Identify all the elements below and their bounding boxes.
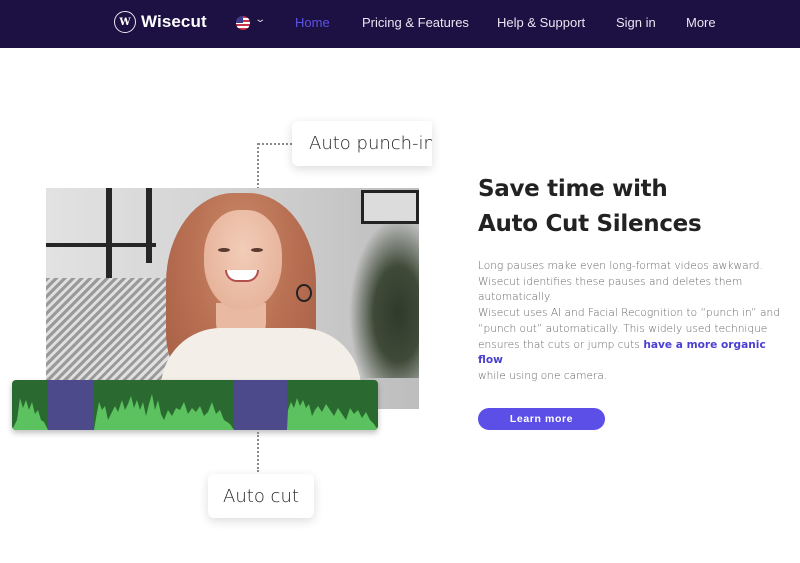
audio-waveform [12, 380, 378, 430]
video-frame-image [46, 188, 419, 409]
description-line: Wisecut identifies these pauses and dele… [478, 275, 743, 288]
description-line: Long pauses make even long-format videos… [478, 260, 763, 272]
wisecut-logo[interactable]: W Wisecut [114, 11, 207, 33]
waveform-right [287, 398, 378, 430]
heading-line-1: Save time with [478, 176, 668, 202]
waveform-left [12, 398, 48, 430]
learn-more-button[interactable]: Learn more [478, 408, 605, 430]
connector-dots [258, 143, 292, 145]
description-line: while using one camera. [478, 369, 608, 382]
auto-punch-in-label: Auto punch-in [292, 121, 432, 166]
description-line: automatically. [478, 291, 553, 304]
description-line: ensures that cuts or jump cuts have a mo… [478, 338, 766, 367]
nav-pricing-features[interactable]: Pricing & Features [362, 15, 469, 30]
connector-dots [257, 432, 259, 472]
cut-region [234, 380, 287, 430]
waveform-middle [94, 394, 234, 430]
nav-home[interactable]: Home [295, 15, 330, 30]
nav-sign-in[interactable]: Sign in [616, 15, 656, 30]
description-line: “punch out” automatically. This widely u… [478, 322, 768, 335]
face [204, 210, 282, 310]
feature-description: Long pauses make even long-format videos… [478, 259, 788, 385]
us-flag-icon[interactable] [236, 16, 250, 30]
auto-cut-label: Auto cut [208, 474, 314, 518]
feature-heading: Save time with Auto Cut Silences [478, 172, 702, 242]
heading-line-2: Auto Cut Silences [478, 211, 702, 237]
cut-region [48, 380, 94, 430]
nav-help-support[interactable]: Help & Support [497, 15, 585, 30]
top-navbar: W Wisecut ⌄ Home Pricing & Features Help… [0, 0, 800, 48]
nav-more[interactable]: More [686, 15, 716, 30]
description-line: Wisecut uses AI and Facial Recognition t… [478, 307, 780, 320]
logo-text: Wisecut [141, 12, 207, 31]
plant [349, 218, 419, 378]
chevron-down-icon[interactable]: ⌄ [254, 14, 266, 25]
connector-dots [257, 143, 259, 189]
logo-mark-icon: W [114, 11, 136, 33]
